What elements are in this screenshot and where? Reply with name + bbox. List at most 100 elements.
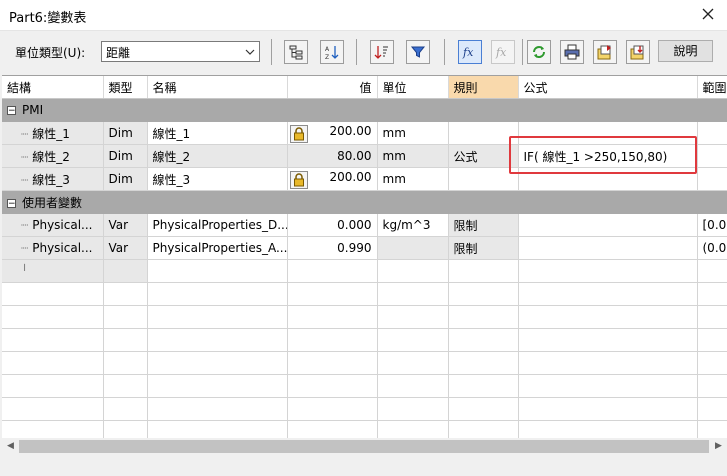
lock-icon[interactable] bbox=[289, 124, 308, 143]
row-name[interactable]: 線性_2 bbox=[147, 144, 288, 168]
sort-az-button[interactable]: AZ bbox=[320, 40, 344, 64]
empty-row bbox=[2, 328, 727, 352]
row-rule[interactable]: 限制 bbox=[448, 213, 519, 237]
tree-view-icon bbox=[289, 45, 303, 60]
row-range[interactable] bbox=[697, 167, 727, 191]
group-row-user-variables[interactable]: − 使用者變數 bbox=[2, 190, 727, 214]
export-button[interactable] bbox=[593, 40, 617, 64]
row-type: Var bbox=[103, 236, 148, 260]
print-button[interactable] bbox=[560, 40, 584, 64]
row-range[interactable]: (0.00 bbox=[697, 236, 727, 260]
collapse-icon[interactable]: − bbox=[7, 106, 16, 116]
sort-order-icon bbox=[374, 46, 388, 59]
export-icon bbox=[597, 45, 611, 60]
row-name[interactable]: 線性_3 bbox=[147, 167, 288, 191]
column-header-value[interactable]: 值 bbox=[287, 76, 378, 99]
row-value[interactable]: 0.990 bbox=[287, 236, 378, 260]
tree-branch-icon: ┈ bbox=[21, 149, 29, 164]
row-rule[interactable] bbox=[448, 121, 519, 145]
sort-order-button[interactable] bbox=[370, 40, 394, 64]
close-icon[interactable] bbox=[699, 5, 717, 23]
row-range[interactable] bbox=[697, 144, 727, 168]
empty-row bbox=[2, 397, 727, 421]
row-formula[interactable] bbox=[518, 213, 698, 237]
table-row[interactable]: ┈ Physical... Var PhysicalProperties_A...… bbox=[2, 236, 727, 260]
column-header-unit[interactable]: 單位 bbox=[377, 76, 449, 99]
toolbar-separator bbox=[356, 39, 357, 65]
group-name: PMI bbox=[22, 103, 44, 117]
row-unit: mm bbox=[377, 144, 449, 168]
unit-type-value: 距離 bbox=[106, 46, 131, 60]
svg-text:Z: Z bbox=[325, 54, 329, 60]
row-range[interactable] bbox=[697, 121, 727, 145]
help-button[interactable]: 說明 bbox=[658, 40, 713, 62]
column-header-rule[interactable]: 規則 bbox=[448, 76, 519, 99]
row-unit: kg/m^3 bbox=[377, 213, 449, 237]
row-type: Dim bbox=[103, 121, 148, 145]
table-row[interactable]: ┈ Physical... Var PhysicalProperties_D...… bbox=[2, 213, 727, 237]
column-header-type[interactable]: 類型 bbox=[103, 76, 148, 99]
sort-az-icon: AZ bbox=[325, 46, 339, 60]
row-value[interactable]: 80.00 bbox=[287, 144, 378, 168]
filter-button[interactable] bbox=[406, 40, 430, 64]
refresh-button[interactable] bbox=[527, 40, 551, 64]
toolbar-separator bbox=[271, 39, 272, 65]
column-header-name[interactable]: 名稱 bbox=[147, 76, 288, 99]
empty-row bbox=[2, 374, 727, 398]
scroll-right-icon[interactable]: ▶ bbox=[711, 440, 726, 453]
title-bar: Part6:變數表 bbox=[0, 0, 727, 31]
import-button[interactable] bbox=[626, 40, 650, 64]
empty-row bbox=[2, 305, 727, 329]
row-value[interactable]: 200.00 bbox=[330, 170, 372, 184]
row-unit: mm bbox=[377, 121, 449, 145]
unit-type-select[interactable]: 距離 bbox=[101, 41, 260, 62]
scrollbar-thumb[interactable] bbox=[19, 440, 709, 453]
column-header-structure[interactable]: 結構 bbox=[2, 76, 104, 99]
fx-disabled-icon: fx bbox=[495, 46, 507, 59]
variable-table: 結構 類型 名稱 值 單位 規則 公式 範圍 − PMI ┈ 線性_1 Dim 線性 bbox=[2, 76, 727, 439]
row-name[interactable]: 線性_1 bbox=[147, 121, 288, 145]
scroll-left-icon[interactable]: ◀ bbox=[3, 440, 18, 453]
tree-branch-icon: ┈ bbox=[21, 172, 29, 187]
new-variable-row[interactable]: ╵ bbox=[2, 259, 727, 283]
row-value[interactable]: 200.00 bbox=[330, 124, 372, 138]
horizontal-scrollbar[interactable]: ◀ ▶ bbox=[2, 438, 727, 455]
empty-row bbox=[2, 351, 727, 375]
formula-button[interactable]: fx bbox=[458, 40, 482, 64]
row-value[interactable]: 0.000 bbox=[287, 213, 378, 237]
row-type: Var bbox=[103, 213, 148, 237]
row-name[interactable]: PhysicalProperties_D... bbox=[147, 213, 288, 237]
column-header-range[interactable]: 範圍 bbox=[697, 76, 727, 99]
tree-branch-icon: ┈ bbox=[21, 218, 29, 232]
row-range[interactable]: [0.00 bbox=[697, 213, 727, 237]
group-row-pmi[interactable]: − PMI bbox=[2, 98, 727, 122]
unit-type-label: 單位類型(U): bbox=[15, 46, 86, 60]
window-title: Part6:變數表 bbox=[9, 11, 87, 26]
row-rule[interactable]: 限制 bbox=[448, 236, 519, 260]
row-formula[interactable] bbox=[518, 236, 698, 260]
import-icon bbox=[630, 45, 644, 60]
lock-icon[interactable] bbox=[289, 170, 308, 189]
row-structure: 線性_2 bbox=[32, 149, 70, 164]
row-rule[interactable]: 公式 bbox=[448, 144, 519, 168]
svg-text:A: A bbox=[325, 46, 330, 53]
row-rule[interactable] bbox=[448, 167, 519, 191]
refresh-icon bbox=[533, 46, 545, 58]
table-header-row: 結構 類型 名稱 值 單位 規則 公式 範圍 bbox=[2, 76, 727, 99]
formula-disabled-button[interactable]: fx bbox=[491, 40, 515, 64]
toolbar-separator bbox=[444, 39, 445, 65]
fx-formula-icon: fx bbox=[462, 46, 474, 59]
row-type: Dim bbox=[103, 167, 148, 191]
filter-icon bbox=[410, 46, 426, 58]
collapse-icon[interactable]: − bbox=[7, 198, 16, 208]
variable-grid: 結構 類型 名稱 值 單位 規則 公式 範圍 − PMI ┈ 線性_1 Dim 線性 bbox=[2, 75, 727, 439]
tree-view-button[interactable] bbox=[284, 40, 308, 64]
row-type: Dim bbox=[103, 144, 148, 168]
row-name[interactable]: PhysicalProperties_A... bbox=[147, 236, 288, 260]
group-name: 使用者變數 bbox=[22, 195, 83, 210]
tree-branch-icon: ┈ bbox=[21, 241, 29, 255]
row-structure: Physical... bbox=[32, 218, 93, 232]
row-structure: 線性_1 bbox=[32, 126, 70, 141]
column-header-formula[interactable]: 公式 bbox=[518, 76, 698, 99]
chevron-down-icon bbox=[245, 46, 255, 60]
